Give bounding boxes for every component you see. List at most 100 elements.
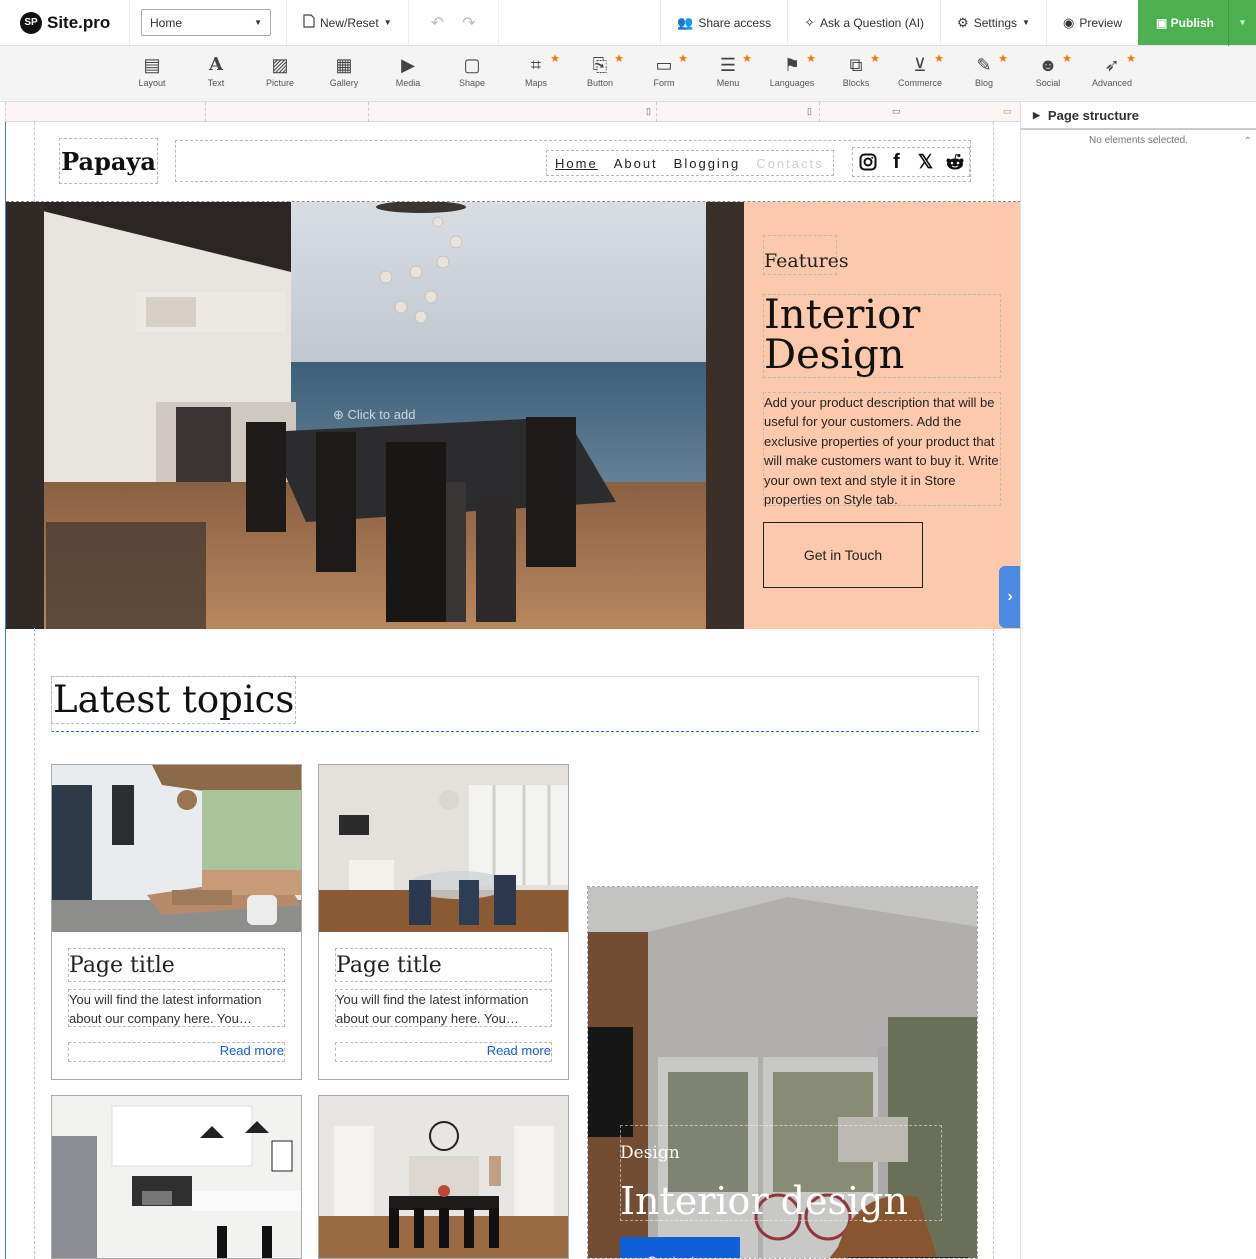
card-image[interactable] xyxy=(319,765,568,932)
preview-button[interactable]: ◉ Preview xyxy=(1047,0,1138,45)
toolbar-layout-button[interactable]: ▤ Layout xyxy=(120,54,184,88)
premium-star-icon: ★ xyxy=(678,53,688,65)
toolbar-menu-button[interactable]: ☰ ★ Menu xyxy=(696,53,760,88)
card-title[interactable]: Page title xyxy=(335,948,552,982)
feature-title[interactable]: Interior design xyxy=(620,1179,908,1223)
publish-button[interactable]: ▣ Publish ▼ xyxy=(1138,0,1256,46)
toolbar-blog-button[interactable]: ✎ ★ Blog xyxy=(952,53,1016,88)
instagram-icon[interactable] xyxy=(857,151,879,173)
hero-content[interactable]: Features Interior Design Add your produc… xyxy=(744,202,1020,629)
laptop-breakpoint-icon[interactable]: ▭ xyxy=(892,106,901,117)
contact-us-button[interactable]: Contact us xyxy=(620,1237,740,1258)
card-text[interactable]: You will find the latest information abo… xyxy=(335,989,552,1027)
toolbar-label: Button xyxy=(586,78,614,88)
blog-card[interactable]: Page title You will find the latest info… xyxy=(51,764,302,1080)
toolbar-picture-button[interactable]: ▨ Picture xyxy=(248,54,312,88)
languages-icon: ⚑ ★ xyxy=(760,53,824,76)
blog-card-image[interactable] xyxy=(318,1095,569,1259)
page-select-value: Home xyxy=(150,15,183,30)
blog-icon: ✎ ★ xyxy=(952,53,1016,76)
toolbar-social-button[interactable]: ☻ ★ Social xyxy=(1016,53,1080,88)
settings-button[interactable]: ⚙ Settings ▼ xyxy=(941,0,1047,45)
sparkle-icon: ✧ xyxy=(804,14,815,30)
toolbar-label: Languages xyxy=(769,78,815,88)
share-access-button[interactable]: 👥 Share access xyxy=(661,0,789,45)
blocks-icon: ⧉ ★ xyxy=(824,53,888,76)
toolbar-button-button[interactable]: ⎘ ★ Button xyxy=(568,53,632,88)
publish-menu-toggle[interactable]: ▼ xyxy=(1228,0,1256,46)
mobile-breakpoint-icon[interactable]: ▯ xyxy=(646,106,651,117)
toolbar-commerce-button[interactable]: ⊻ ★ Commerce xyxy=(888,53,952,88)
hero-section[interactable]: ⊕ Click to add Features Interior Design … xyxy=(6,201,1020,629)
reddit-icon[interactable] xyxy=(944,151,966,173)
click-to-add-hint[interactable]: ⊕ Click to add xyxy=(333,407,415,423)
toolbar-label: Gallery xyxy=(329,78,359,88)
desktop-breakpoint-icon[interactable]: ▭ xyxy=(1003,106,1012,117)
feature-block[interactable]: Design Interior design Contact us xyxy=(587,886,978,1259)
chevron-down-icon: ▼ xyxy=(1022,18,1030,27)
hero-image[interactable]: ⊕ Click to add xyxy=(6,202,744,629)
form-icon: ▭ ★ xyxy=(632,53,696,76)
undo-icon[interactable]: ↶ xyxy=(431,13,444,33)
blog-card-image[interactable] xyxy=(51,1095,302,1259)
nav-home[interactable]: Home xyxy=(555,156,598,171)
cart-icon: ⊻ ★ xyxy=(888,53,952,76)
button-icon: ⎘ ★ xyxy=(568,53,632,76)
ask-ai-button[interactable]: ✧ Ask a Question (AI) xyxy=(788,0,942,45)
read-more-link[interactable]: Read more xyxy=(335,1042,552,1062)
read-more-link[interactable]: Read more xyxy=(68,1042,285,1062)
hero-kicker[interactable]: Features xyxy=(763,235,849,275)
chevron-up-icon[interactable]: ⌃ xyxy=(1244,136,1252,147)
hero-title[interactable]: Interior Design xyxy=(763,294,1001,378)
editor-canvas[interactable]: Papaya Home About Blogging Contacts f 𝕏 xyxy=(5,122,1020,1259)
toolbar-blocks-button[interactable]: ⧉ ★ Blocks xyxy=(824,53,888,88)
facebook-icon[interactable]: f xyxy=(886,151,908,173)
redo-icon[interactable]: ↷ xyxy=(462,13,475,33)
new-reset-button[interactable]: New/Reset ▼ xyxy=(287,0,409,45)
card-title[interactable]: Page title xyxy=(68,948,285,982)
premium-star-icon: ★ xyxy=(806,53,816,65)
chevron-right-icon[interactable]: › xyxy=(999,566,1020,628)
site-nav[interactable]: Home About Blogging Contacts xyxy=(546,150,834,176)
toolbar-shape-button[interactable]: ▢ Shape xyxy=(440,54,504,88)
blog-card[interactable]: Page title You will find the latest info… xyxy=(318,764,569,1080)
social-icon: ☻ ★ xyxy=(1016,53,1080,76)
media-icon: ▶ xyxy=(401,55,415,75)
toolbar-gallery-button[interactable]: ▦ Gallery xyxy=(312,54,376,88)
site-logo[interactable]: Papaya xyxy=(59,138,158,184)
nav-about[interactable]: About xyxy=(614,156,658,171)
card-image[interactable] xyxy=(52,765,301,932)
social-icons[interactable]: f 𝕏 xyxy=(852,147,970,177)
toolbar-languages-button[interactable]: ⚑ ★ Languages xyxy=(760,53,824,88)
premium-star-icon: ★ xyxy=(1062,53,1072,65)
card-text[interactable]: You will find the latest information abo… xyxy=(68,989,285,1027)
toolbar-media-button[interactable]: ▶ Media xyxy=(376,54,440,88)
latest-topics-section[interactable]: Latest topics Page title You will find t… xyxy=(34,628,994,1259)
toolbar-label: Picture xyxy=(265,78,294,88)
toolbar-advanced-button[interactable]: ➶ ★ Advanced xyxy=(1080,53,1144,88)
hero-description[interactable]: Add your product description that will b… xyxy=(763,392,1001,507)
users-icon: 👥 xyxy=(677,14,694,30)
latest-topics-heading[interactable]: Latest topics xyxy=(51,676,297,724)
feature-tag[interactable]: Design xyxy=(620,1143,680,1163)
page-select[interactable]: Home ▼ xyxy=(141,9,271,36)
page-structure-title: Page structure xyxy=(1047,107,1139,123)
nav-blogging[interactable]: Blogging xyxy=(674,156,741,171)
latest-topics-heading-box[interactable]: Latest topics xyxy=(51,676,979,732)
ask-label: Ask a Question (AI) xyxy=(819,15,925,30)
header-bar[interactable]: Home About Blogging Contacts f 𝕏 xyxy=(175,140,971,182)
x-twitter-icon[interactable]: 𝕏 xyxy=(915,151,937,173)
get-in-touch-button[interactable]: Get in Touch xyxy=(763,522,923,588)
page-structure-header[interactable]: ▶ Page structure xyxy=(1021,102,1256,130)
toolbar-text-button[interactable]: A Text xyxy=(184,54,248,88)
app-logo[interactable]: SP Site.pro xyxy=(0,0,130,45)
maps-icon: ⌗ ★ xyxy=(504,53,568,76)
chevron-down-icon: ▼ xyxy=(383,18,392,27)
premium-star-icon: ★ xyxy=(614,53,624,65)
nav-contacts[interactable]: Contacts xyxy=(756,156,823,171)
site-header[interactable]: Papaya Home About Blogging Contacts f 𝕏 xyxy=(34,122,994,202)
toolbar-form-button[interactable]: ▭ ★ Form xyxy=(632,53,696,88)
tablet-breakpoint-icon[interactable]: ▯ xyxy=(807,106,812,117)
toolbar-maps-button[interactable]: ⌗ ★ Maps xyxy=(504,53,568,88)
picture-icon: ▨ xyxy=(271,55,289,75)
